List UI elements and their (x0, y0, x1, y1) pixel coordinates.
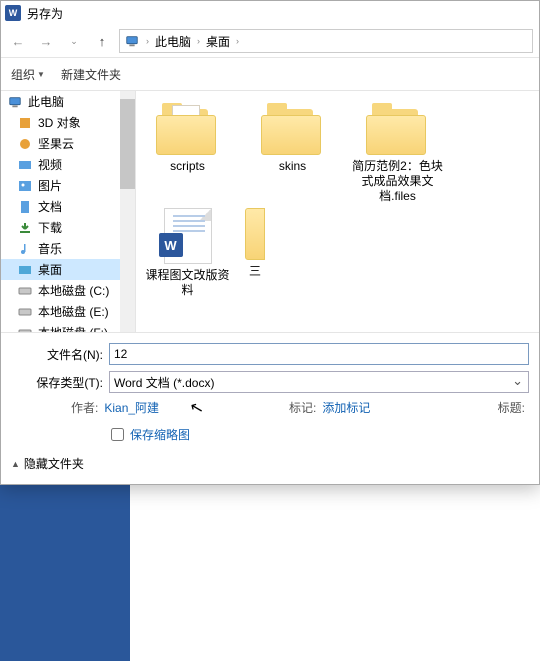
file-item[interactable]: 三 (245, 208, 265, 298)
forward-button[interactable]: → (35, 30, 57, 52)
desk-icon (17, 262, 33, 278)
file-icon (366, 103, 430, 155)
new-folder-button[interactable]: 新建文件夹 (61, 66, 121, 83)
tags-label: 标记: (289, 399, 316, 416)
tree-node-label: 本地磁盘 (F:) (38, 324, 108, 332)
tree-node-label: 本地磁盘 (E:) (38, 303, 109, 320)
word-app-background (0, 485, 130, 661)
pic-icon (17, 178, 33, 194)
file-item[interactable]: W 课程图文改版资料 (140, 208, 235, 298)
titlebar: W 另存为 (1, 1, 539, 25)
doc-title-label: 标题: (498, 399, 525, 416)
file-label: 简历范例2：色块式成品效果文档.files (350, 159, 445, 204)
organize-menu[interactable]: 组织 ▼ (11, 66, 45, 83)
video-icon (17, 157, 33, 173)
chevron-right-icon: › (143, 36, 152, 46)
file-label: scripts (170, 159, 205, 174)
file-label: 课程图文改版资料 (140, 268, 235, 298)
tree-node[interactable]: 3D 对象 (1, 112, 135, 133)
disk-icon (17, 283, 33, 299)
file-grid[interactable]: scripts skins 简历范例2：色块式成品效果文档.files W 课程图文改版… (136, 91, 539, 332)
3d-icon (17, 115, 33, 131)
breadcrumb[interactable]: › 此电脑 › 桌面 › (119, 29, 533, 53)
tree-node-label: 下载 (38, 219, 62, 236)
tree-node[interactable]: 图片 (1, 175, 135, 196)
filetype-label: 保存类型(T): (1, 374, 109, 391)
recent-dropdown[interactable]: ⌄ (63, 30, 85, 52)
tree-node-label: 坚果云 (38, 135, 74, 152)
toolbar: 组织 ▼ 新建文件夹 (1, 57, 539, 91)
tree-node-label: 图片 (38, 177, 62, 194)
tags-input[interactable]: 添加标记 (322, 399, 370, 416)
tree-node-label: 桌面 (38, 261, 62, 278)
file-icon (261, 103, 325, 155)
file-item[interactable]: scripts (140, 103, 235, 204)
tree-node[interactable]: 视频 (1, 154, 135, 175)
expander-icon[interactable]: ▲ (11, 459, 20, 469)
dl-icon (17, 220, 33, 236)
file-label: 三 (249, 264, 261, 279)
tree-node[interactable]: 本地磁盘 (E:) (1, 301, 135, 322)
tree-node-label: 音乐 (38, 240, 62, 257)
tree-scrollbar[interactable] (120, 91, 135, 332)
filetype-select[interactable]: Word 文档 (*.docx) (109, 371, 529, 393)
nav-row: ← → ⌄ ↑ › 此电脑 › 桌面 › (1, 25, 539, 57)
tree-node[interactable]: 文档 (1, 196, 135, 217)
hide-folders-link[interactable]: 隐藏文件夹 (24, 455, 84, 472)
disk-icon (17, 325, 33, 333)
save-thumbnail-checkbox[interactable] (111, 428, 124, 441)
word-app-icon: W (5, 5, 21, 21)
tree-node[interactable]: 下载 (1, 217, 135, 238)
file-item[interactable]: skins (245, 103, 340, 204)
filename-label: 文件名(N): (1, 346, 109, 363)
save-thumbnail-label[interactable]: 保存缩略图 (130, 426, 190, 443)
tree-node-label: 3D 对象 (38, 114, 81, 131)
author-label: 作者: (71, 399, 98, 416)
back-button[interactable]: ← (7, 30, 29, 52)
scrollbar-thumb[interactable] (120, 99, 135, 189)
caret-down-icon: ▼ (37, 70, 45, 79)
tree-node[interactable]: 桌面 (1, 259, 135, 280)
crumb-root[interactable]: 此电脑 (152, 33, 194, 50)
file-label: skins (279, 159, 306, 174)
tree-node[interactable]: 音乐 (1, 238, 135, 259)
file-icon (156, 103, 220, 155)
file-icon: W (164, 208, 212, 264)
doc-icon (17, 199, 33, 215)
crumb-current[interactable]: 桌面 (203, 33, 233, 50)
pc-icon (124, 33, 140, 49)
disk-icon (17, 304, 33, 320)
filename-input[interactable] (109, 343, 529, 365)
music-icon (17, 241, 33, 257)
tree-node-label: 文档 (38, 198, 62, 215)
tree-node[interactable]: 本地磁盘 (F:) (1, 322, 135, 332)
dialog-title: 另存为 (27, 5, 63, 22)
tree-node[interactable]: 此电脑 (1, 91, 135, 112)
tree-node-label: 此电脑 (28, 93, 64, 110)
tree-node[interactable]: 本地磁盘 (C:) (1, 280, 135, 301)
tree-node-label: 视频 (38, 156, 62, 173)
save-form: 文件名(N): 保存类型(T): Word 文档 (*.docx) 作者: Ki… (1, 332, 539, 484)
folder-tree[interactable]: 此电脑 3D 对象坚果云视频图片文档下载音乐桌面本地磁盘 (C:) 本地磁盘 (E:… (1, 91, 136, 332)
chevron-right-icon: › (194, 36, 203, 46)
nut-icon (17, 136, 33, 152)
file-item[interactable]: 简历范例2：色块式成品效果文档.files (350, 103, 445, 204)
tree-node-label: 本地磁盘 (C:) (38, 282, 109, 299)
file-icon (245, 208, 265, 260)
author-value[interactable]: Kian_阿建 (104, 399, 159, 416)
pc-icon (7, 94, 23, 110)
save-as-dialog: W 另存为 ← → ⌄ ↑ › 此电脑 › 桌面 › 组织 ▼ 新建文件夹 此电… (0, 0, 540, 485)
chevron-right-icon: › (233, 36, 242, 46)
tree-node[interactable]: 坚果云 (1, 133, 135, 154)
up-button[interactable]: ↑ (91, 30, 113, 52)
